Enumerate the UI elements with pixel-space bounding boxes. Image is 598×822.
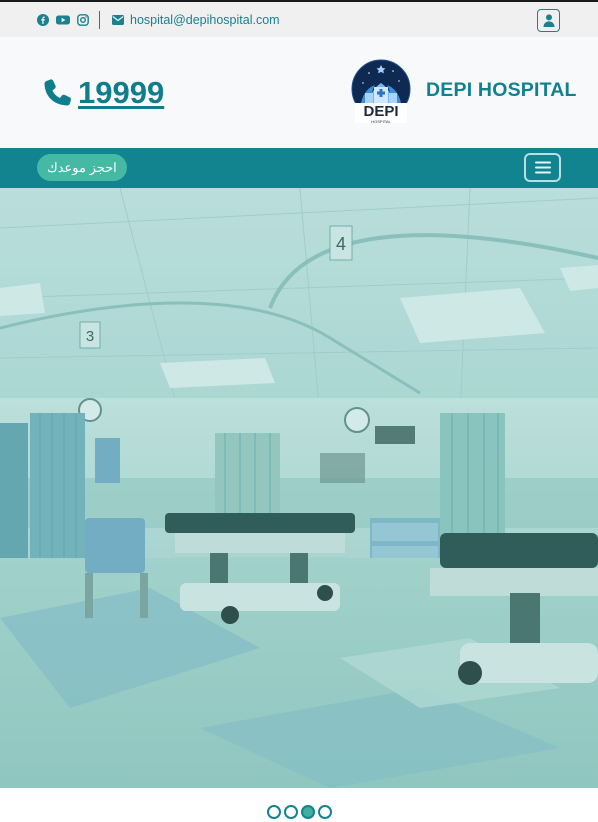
top-bar: hospital@depihospital.com [0, 0, 598, 37]
email-link[interactable]: hospital@depihospital.com [112, 13, 280, 27]
youtube-icon[interactable] [56, 14, 70, 26]
carousel-dot-3[interactable] [300, 805, 315, 819]
hospital-ward-image: 4 3 [0, 188, 598, 788]
hero-carousel[interactable]: 4 3 [0, 188, 598, 788]
logo-text: DEPI [363, 103, 398, 120]
user-icon [543, 14, 554, 27]
envelope-icon [112, 14, 124, 25]
carousel-dot-2[interactable] [283, 805, 298, 819]
carousel-indicators [0, 805, 598, 822]
hospital-name[interactable]: DEPI HOSPITAL [426, 79, 577, 102]
carousel-dot-1[interactable] [266, 805, 281, 819]
phone-number: 19999 [78, 75, 165, 110]
account-button[interactable] [537, 9, 560, 32]
social-links [37, 13, 89, 26]
instagram-icon[interactable] [77, 13, 89, 26]
carousel-dot-4[interactable] [317, 805, 332, 819]
hamburger-icon [534, 161, 551, 174]
facebook-icon[interactable] [37, 13, 49, 26]
menu-toggle-button[interactable] [524, 153, 561, 182]
hotline[interactable]: 19999 [42, 75, 164, 111]
logo-subtext: HOSPITAL [371, 119, 391, 124]
main-navbar: احجز موعدك [0, 148, 598, 188]
phone-icon [44, 79, 72, 106]
divider [99, 10, 100, 29]
hospital-logo: DEPI HOSPITAL [351, 59, 411, 124]
book-appointment-button[interactable]: احجز موعدك [37, 154, 127, 181]
email-text: hospital@depihospital.com [130, 12, 280, 27]
brand-bar: 19999 DEPI HOSPITAL DEPI HOSPITAL [0, 37, 598, 148]
